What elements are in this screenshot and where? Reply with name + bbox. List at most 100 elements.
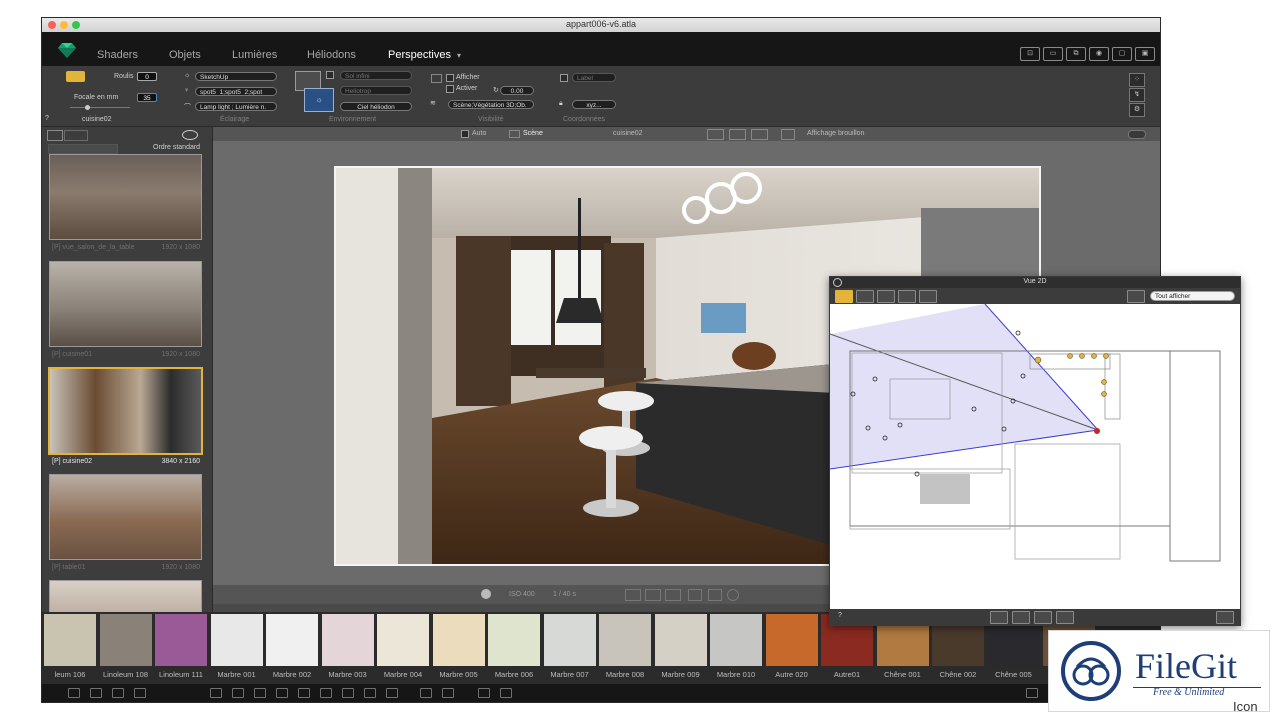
draft-icon[interactable] (781, 129, 795, 140)
activer-checkbox[interactable] (446, 85, 454, 93)
scene-label[interactable]: Scène (523, 130, 543, 137)
tab-shaders[interactable]: Shaders (97, 49, 138, 61)
environment-sky-swatch[interactable]: ☼ (304, 88, 334, 112)
settings-icon[interactable]: ⚙ (1129, 103, 1145, 117)
visibility-value-input[interactable]: 0.00 (500, 86, 534, 95)
roulis-input[interactable]: 0 (137, 72, 157, 81)
back-view-icon[interactable] (898, 290, 916, 303)
material-swatch[interactable] (710, 614, 762, 666)
folder-icon[interactable] (478, 688, 490, 698)
perspectives-dropdown-icon[interactable]: ▾ (457, 51, 461, 60)
tab-perspectives[interactable]: Perspectives (388, 49, 451, 61)
thumb-cuisine02[interactable] (48, 367, 203, 455)
tab-lumieres[interactable]: Lumières (232, 49, 277, 61)
filter-button[interactable] (64, 130, 88, 141)
bath-category-icon[interactable] (320, 688, 332, 698)
pan-icon[interactable] (665, 589, 681, 601)
fit-icon[interactable] (1056, 611, 1074, 624)
list-view-icon[interactable] (442, 688, 454, 698)
layer-view-icon[interactable] (1127, 290, 1145, 303)
side-view-icon[interactable] (877, 290, 895, 303)
zoom-icon[interactable] (1012, 611, 1030, 624)
shutter-select[interactable]: 1 / 40 s (553, 591, 576, 598)
material-swatch[interactable] (543, 614, 596, 666)
undo-icon[interactable] (625, 589, 641, 601)
front-view-icon[interactable] (856, 290, 874, 303)
material-swatch[interactable] (155, 614, 207, 666)
scene-vegetation-select[interactable]: Scène;Végétation 3D;Ob. (448, 100, 534, 109)
sol-infini-checkbox[interactable] (326, 71, 334, 79)
label-button[interactable]: Label (572, 73, 616, 82)
thumb-vue-salon[interactable] (49, 154, 202, 240)
help-icon[interactable]: ? (45, 115, 49, 122)
camera-icon[interactable]: ◉ (1089, 47, 1109, 61)
tab-objets[interactable]: Objets (169, 49, 201, 61)
floor-plan-view[interactable] (830, 304, 1240, 609)
material-swatch[interactable] (765, 614, 818, 666)
material-swatch[interactable] (488, 614, 540, 666)
arrows-icon[interactable]: ↯ (1129, 88, 1145, 102)
fit-view-icon[interactable] (729, 129, 746, 140)
floor-plan-icon[interactable] (835, 290, 853, 303)
frame-view-icon[interactable] (707, 129, 724, 140)
material-swatch[interactable] (377, 614, 429, 666)
lamp2-category-icon[interactable] (254, 688, 266, 698)
library-icon[interactable] (500, 688, 512, 698)
material-swatch[interactable] (599, 614, 651, 666)
aperture-icon[interactable] (481, 589, 491, 599)
material-swatch[interactable] (99, 614, 152, 666)
material-swatch[interactable] (321, 614, 374, 666)
tool-category-icon[interactable] (134, 688, 146, 698)
fullscreen-icon[interactable]: ▣ (1135, 47, 1155, 61)
draft-toggle[interactable] (1128, 130, 1146, 139)
heliotrop-button[interactable]: Heliotrop (340, 86, 412, 95)
ciel-heliodon-select[interactable]: Ciel héliodon (340, 102, 412, 111)
eye-icon[interactable] (182, 130, 198, 140)
spots-select[interactable]: spot5_1;spot5_2;spot (195, 87, 277, 96)
perspectives-search-input[interactable] (48, 144, 118, 154)
thumb-cuisine01[interactable] (49, 261, 202, 347)
frame-icon[interactable]: ▢ (1112, 47, 1132, 61)
top-view-icon[interactable] (919, 290, 937, 303)
sol-infini-button[interactable]: Sol infini (340, 71, 412, 80)
iso-select[interactable]: ISO 400 (509, 591, 535, 598)
pan-icon[interactable] (1034, 611, 1052, 624)
window-layout-icon[interactable]: ▭ (1043, 47, 1063, 61)
undo-icon[interactable] (990, 611, 1008, 624)
sofa-category-icon[interactable] (276, 688, 288, 698)
cart-icon[interactable]: ⊡ (1020, 47, 1040, 61)
material-swatch[interactable] (654, 614, 707, 666)
sink-category-icon[interactable] (386, 688, 398, 698)
chair-category-icon[interactable] (232, 688, 244, 698)
auto-checkbox[interactable] (461, 130, 469, 138)
export-icon[interactable] (1216, 611, 1234, 624)
table-category-icon[interactable] (364, 688, 376, 698)
lamp-select[interactable]: Lamp light ; Lumière n. (195, 102, 277, 111)
contrast-icon[interactable] (688, 589, 702, 601)
tab-heliodons[interactable]: Héliodons (307, 49, 356, 61)
zoom-icon[interactable] (645, 589, 661, 601)
record-icon[interactable] (727, 589, 739, 601)
plant-category-icon[interactable] (112, 688, 124, 698)
style-select[interactable]: SketchUp (195, 72, 277, 81)
share-icon[interactable] (1026, 688, 1038, 698)
material-swatch[interactable] (266, 614, 318, 666)
grid-options-icon[interactable]: ⁘ (1129, 73, 1145, 87)
vue-2d-select[interactable]: Tout afficher (1150, 291, 1235, 301)
kitchen-category-icon[interactable] (342, 688, 354, 698)
afficher-checkbox[interactable] (446, 74, 454, 82)
xyz-button[interactable]: xyz... (572, 100, 616, 109)
material-swatch[interactable] (44, 614, 96, 666)
focale-slider-thumb[interactable] (85, 105, 90, 110)
focale-slider[interactable] (70, 107, 130, 108)
car-category-icon[interactable] (210, 688, 222, 698)
thumb-table01[interactable] (49, 474, 202, 560)
lamp-category-icon[interactable] (68, 688, 80, 698)
help-icon[interactable]: ? (838, 612, 842, 619)
material-swatch[interactable] (210, 614, 263, 666)
label-checkbox[interactable] (560, 74, 568, 82)
grid-view-icon[interactable] (420, 688, 432, 698)
bed-category-icon[interactable] (298, 688, 310, 698)
light-category-icon[interactable] (90, 688, 102, 698)
material-swatch[interactable] (432, 614, 485, 666)
